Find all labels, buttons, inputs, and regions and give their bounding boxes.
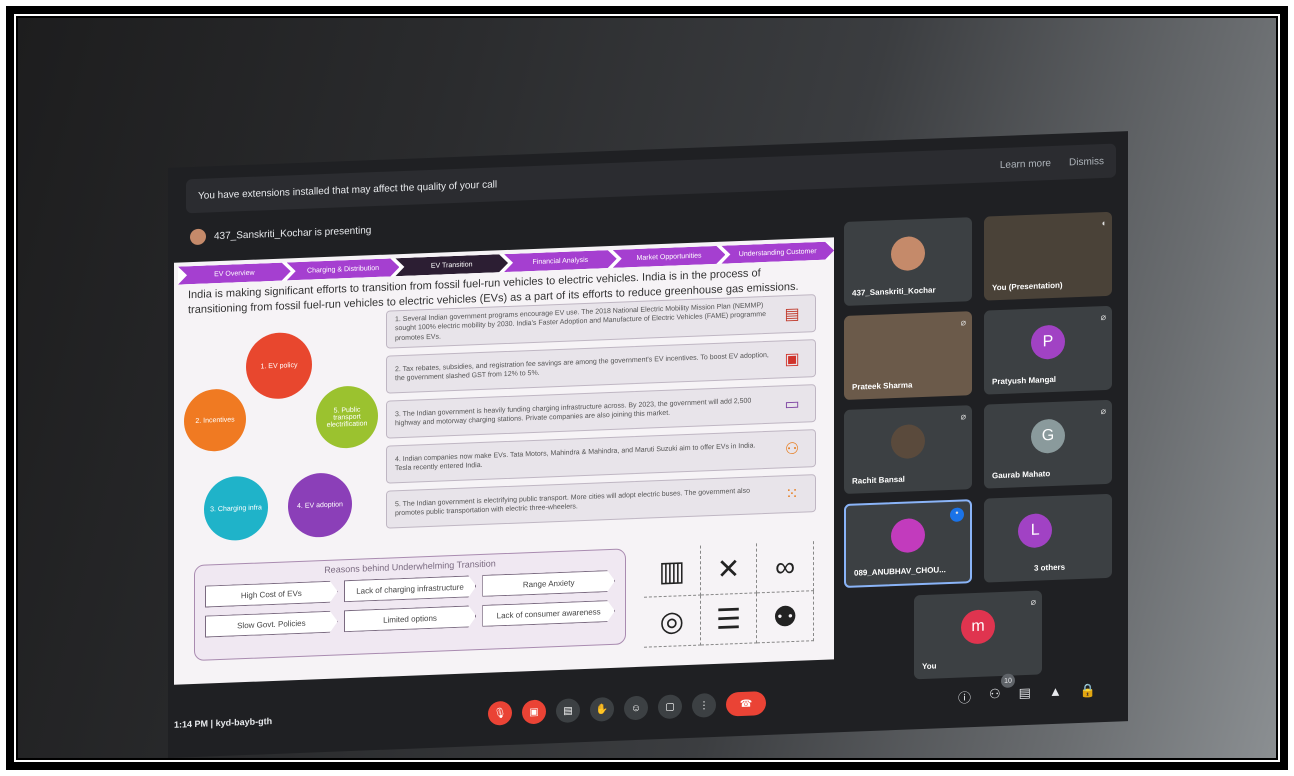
presenter-avatar xyxy=(190,228,206,246)
point-text: 2. Tax rebates, subsidies, and registrat… xyxy=(395,351,769,383)
emoji-button[interactable]: ☺ xyxy=(624,695,648,721)
meeting-info: 1:14 PM | kyd-bayb-gth xyxy=(174,716,272,730)
participant-name: 437_Sanskriti_Kochar xyxy=(852,285,936,298)
cycle-node-incentives: 2. Incentives xyxy=(184,388,246,453)
mic-off-icon: ⌀ xyxy=(1100,405,1106,417)
avatar: G xyxy=(1031,418,1065,454)
point-text: 4. Indian companies now make EVs. Tata M… xyxy=(395,442,756,473)
participant-name: Gaurab Mahato xyxy=(992,469,1051,481)
reason-item: Limited options xyxy=(344,605,477,632)
participant-tile-others[interactable]: L 3 others xyxy=(984,493,1112,583)
info-icon[interactable]: ⓘ xyxy=(958,687,971,707)
call-controls: 🎙 ▣ ▤ ✋ ☺ ▢ ⋮ ☎ xyxy=(488,691,766,726)
reason-item: Lack of consumer awareness xyxy=(482,600,615,627)
participant-tile[interactable]: ⌀ Rachit Bansal xyxy=(844,405,972,495)
people-icon: ⚇ xyxy=(784,440,800,459)
raise-hand-button[interactable]: ✋ xyxy=(590,696,614,722)
snail-icon: ◎ xyxy=(644,595,701,648)
point-text: 1. Several Indian government programs en… xyxy=(395,302,766,342)
more-options-button[interactable]: ⋮ xyxy=(692,692,716,718)
user-search-icon: ⚉ xyxy=(757,591,814,644)
participant-name: 089_ANUBHAV_CHOU... xyxy=(854,565,946,578)
mic-off-icon: ⌀ xyxy=(960,411,966,422)
extension-warning-bar: You have extensions installed that may a… xyxy=(186,143,1116,214)
money-icon: ▥ xyxy=(644,545,701,598)
avatar: L xyxy=(1018,512,1053,548)
point-text: 3. The Indian government is heavily fund… xyxy=(395,397,752,428)
presenting-banner: 437_Sanskriti_Kochar is presenting xyxy=(190,218,371,249)
battery-icon: ▭ xyxy=(784,395,800,414)
sliders-icon: ☰ xyxy=(700,593,758,646)
reason-item: Lack of charging infrastructure xyxy=(344,575,477,602)
cycle-node-charging-infra: 3. Charging infra xyxy=(204,475,268,542)
participant-name: You (Presentation) xyxy=(992,280,1063,293)
participant-name: Prateek Sharma xyxy=(852,380,913,392)
point-text: 5. The Indian government is electrifying… xyxy=(395,487,750,518)
dismiss-button[interactable]: Dismiss xyxy=(1069,156,1104,168)
speaker-icon: ◖ xyxy=(1100,217,1106,229)
bottom-bar: 1:14 PM | kyd-bayb-gth 🎙 ▣ ▤ ✋ ☺ ▢ ⋮ ☎ ⓘ… xyxy=(168,671,1128,748)
monitor-screen: You have extensions installed that may a… xyxy=(18,18,1276,759)
dots-grid-icon: ⁙ xyxy=(785,485,799,504)
ev-cycle-diagram: 1. EV policy 5. Public transport electri… xyxy=(184,325,384,553)
shared-slide: EV Overview Charging & Distribution EV T… xyxy=(174,237,834,685)
participant-name: Pratyush Mangal xyxy=(992,374,1057,387)
extension-warning-text: You have extensions installed that may a… xyxy=(198,178,498,202)
host-controls-icon[interactable]: 🔒 xyxy=(1080,682,1096,702)
infinity-icon: ∞ xyxy=(757,541,814,594)
certificate-icon: ▤ xyxy=(784,305,800,324)
people-icon[interactable]: ⚇ xyxy=(989,686,1001,705)
avatar xyxy=(891,517,925,554)
participant-tile[interactable]: ⌀ G Gaurab Mahato xyxy=(984,399,1112,489)
meeting-time: 1:14 PM xyxy=(174,718,209,730)
cycle-node-public-transport: 5. Public transport electrification xyxy=(316,384,378,450)
participant-tile-speaking[interactable]: • 089_ANUBHAV_CHOU... xyxy=(844,499,972,589)
mic-off-icon: ⌀ xyxy=(960,317,966,328)
participant-name: You xyxy=(922,661,937,672)
presenting-text: 437_Sanskriti_Kochar is presenting xyxy=(214,224,372,242)
cycle-node-ev-policy: 1. EV policy xyxy=(246,331,312,401)
cycle-node-ev-adoption: 4. EV adoption xyxy=(288,471,352,539)
meeting-code: kyd-bayb-gth xyxy=(215,716,273,729)
mic-toggle-button[interactable]: 🎙 xyxy=(488,700,512,726)
participant-tile[interactable]: ⌀ Prateek Sharma xyxy=(844,311,972,401)
reasons-box: Reasons behind Underwhelming Transition … xyxy=(194,548,626,662)
avatar xyxy=(891,235,925,271)
slide-points: 1. Several Indian government programs en… xyxy=(386,294,816,536)
mic-off-icon: ⌀ xyxy=(1030,596,1036,607)
slide-point: 4. Indian companies now make EVs. Tata M… xyxy=(386,429,816,484)
participant-name: 3 others xyxy=(1034,562,1066,573)
reason-item: Slow Govt. Policies xyxy=(205,610,338,637)
slide-point: 3. The Indian government is heavily fund… xyxy=(386,384,816,439)
captions-button[interactable]: ▤ xyxy=(556,698,580,724)
participant-tile[interactable]: ⌀ P Pratyush Mangal xyxy=(984,305,1112,395)
side-controls: ⓘ ⚇ ▤ ▲ 🔒 xyxy=(958,682,1096,706)
participant-tile[interactable]: 437_Sanskriti_Kochar xyxy=(844,217,972,307)
slide-point: 2. Tax rebates, subsidies, and registrat… xyxy=(386,339,816,394)
tools-icon: ✕ xyxy=(700,543,758,596)
end-call-button[interactable]: ☎ xyxy=(726,691,766,717)
participant-tile[interactable]: ◖ You (Presentation) xyxy=(984,211,1112,301)
meeting-separator: | xyxy=(210,718,214,729)
avatar: P xyxy=(1031,324,1065,360)
gift-icon: ▣ xyxy=(784,350,800,369)
meet-window: You have extensions installed that may a… xyxy=(168,131,1128,759)
reasons-icon-grid: ▥ ✕ ∞ ◎ ☰ ⚉ xyxy=(644,541,814,648)
self-tile[interactable]: ⌀ m You xyxy=(914,590,1042,680)
speaking-indicator-icon: • xyxy=(950,507,964,522)
reason-item: Range Anxiety xyxy=(482,570,615,597)
avatar: m xyxy=(961,608,995,645)
participant-name: Rachit Bansal xyxy=(852,474,905,486)
reason-item: High Cost of EVs xyxy=(205,580,338,607)
mic-off-icon: ⌀ xyxy=(1100,311,1106,323)
camera-toggle-button[interactable]: ▣ xyxy=(522,699,546,725)
slide-point: 5. The Indian government is electrifying… xyxy=(386,474,816,529)
present-button[interactable]: ▢ xyxy=(658,694,682,720)
learn-more-link[interactable]: Learn more xyxy=(1000,158,1051,171)
avatar xyxy=(891,423,925,459)
chat-icon[interactable]: ▤ xyxy=(1019,685,1031,704)
activities-icon[interactable]: ▲ xyxy=(1049,684,1062,703)
participant-grid: 437_Sanskriti_Kochar ◖ You (Presentation… xyxy=(844,211,1124,680)
